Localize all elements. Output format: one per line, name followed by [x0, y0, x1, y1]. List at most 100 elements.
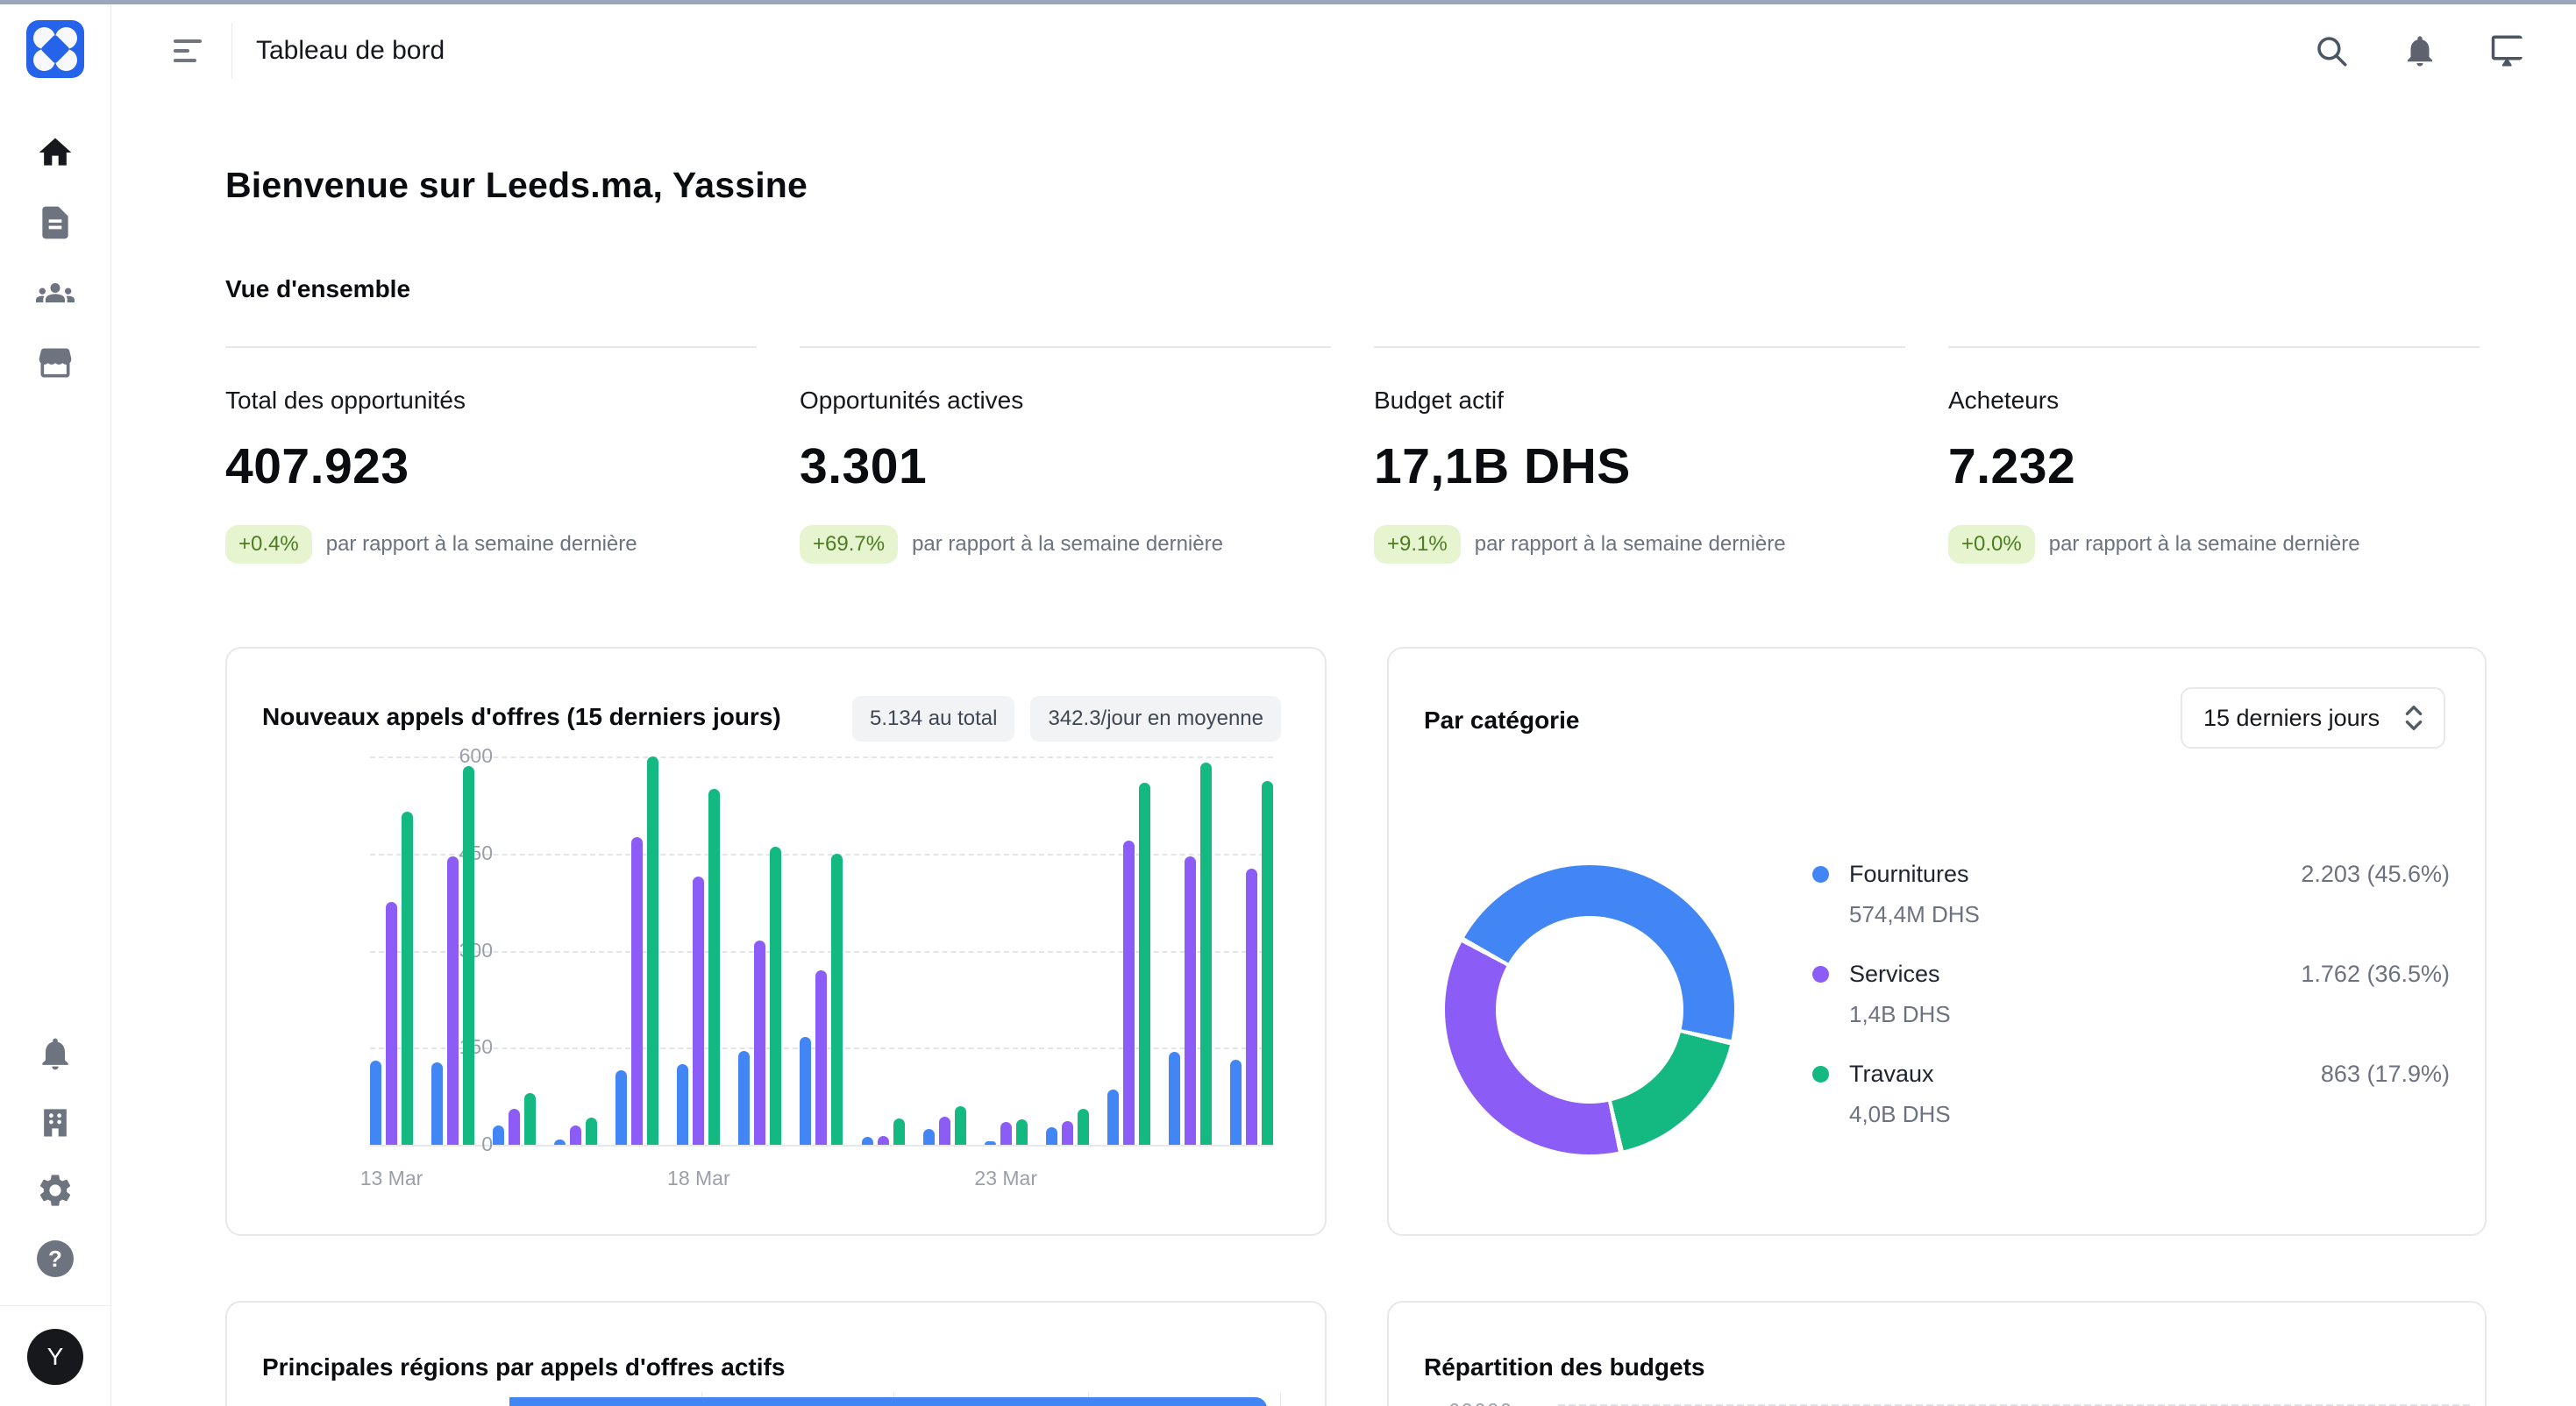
bell-icon	[2402, 32, 2438, 69]
sidebar-item-documents[interactable]	[35, 202, 75, 243]
dashboard-screen: ? Y Tableau de bord Bi	[0, 0, 2576, 1406]
bar-group-24-mar[interactable]	[1046, 756, 1089, 1145]
regions-top-bar	[509, 1397, 1267, 1406]
legend-amount: 574,4M DHS	[1812, 901, 2450, 928]
avatar-initial: Y	[47, 1343, 64, 1371]
display-mode-button[interactable]	[2489, 32, 2528, 70]
leeds-logo[interactable]	[26, 20, 84, 78]
stat-value: 407.923	[225, 437, 757, 495]
stat-active-budget: Budget actif 17,1B DHS +9.1% par rapport…	[1374, 346, 1905, 564]
bar-group-14-mar[interactable]	[431, 756, 474, 1145]
search-icon	[2313, 32, 2350, 69]
legend-item-travaux: Travaux 863 (17.9%) 4,0B DHS	[1812, 1061, 2450, 1128]
header-actions	[2312, 32, 2528, 70]
bar-vert	[647, 756, 658, 1145]
bar-vert	[831, 854, 843, 1145]
category-card-title: Par catégorie	[1424, 707, 1579, 735]
regions-card-title: Principales régions par appels d'offres …	[262, 1353, 785, 1381]
bar-bleu	[370, 1061, 381, 1145]
user-avatar[interactable]: Y	[27, 1329, 83, 1385]
bar-violet	[939, 1117, 950, 1145]
legend-dot-fournitures	[1812, 866, 1829, 883]
budgets-card-title: Répartition des budgets	[1424, 1353, 1704, 1381]
bell-icon	[36, 1034, 75, 1073]
sidebar-item-marketplace[interactable]	[35, 343, 75, 383]
gear-icon	[36, 1171, 75, 1210]
bar-bleu	[431, 1062, 443, 1146]
bar-group-13-mar[interactable]	[370, 756, 413, 1145]
legend-item-fournitures: Fournitures 2.203 (45.6%) 574,4M DHS	[1812, 861, 2450, 928]
period-select[interactable]: 15 derniers jours	[2181, 687, 2445, 749]
budget-distribution-card: Répartition des budgets 60000	[1387, 1301, 2487, 1406]
users-icon	[36, 273, 75, 312]
bar-vert	[586, 1118, 597, 1145]
bar-vert	[1262, 781, 1273, 1145]
sidebar-toggle-button[interactable]	[174, 33, 209, 68]
category-donut-chart	[1445, 865, 1734, 1154]
stat-value: 3.301	[800, 437, 1331, 495]
bar-vert	[1200, 763, 1212, 1145]
bar-violet	[570, 1126, 581, 1145]
sidebar-item-settings[interactable]	[35, 1170, 75, 1211]
bar-vert	[524, 1093, 536, 1145]
bar-bleu	[554, 1140, 566, 1145]
search-button[interactable]	[2312, 32, 2351, 70]
bar-violet	[693, 877, 704, 1145]
sidebar-item-home[interactable]	[35, 132, 75, 173]
legend-amount: 4,0B DHS	[1812, 1101, 2450, 1128]
gridline	[370, 1145, 1273, 1147]
sidebar-item-notifications[interactable]	[35, 1033, 75, 1074]
bar-group-19-mar[interactable]	[738, 756, 781, 1145]
bar-violet	[1000, 1122, 1012, 1145]
bar-violet	[1123, 841, 1135, 1145]
sidebar-divider	[0, 1305, 111, 1306]
top-bar: Tableau de bord	[111, 4, 2576, 97]
stat-buyers: Acheteurs 7.232 +0.0% par rapport à la s…	[1948, 346, 2480, 564]
bar-bleu	[616, 1070, 627, 1145]
bar-group-25-mar[interactable]	[1107, 756, 1150, 1145]
sidebar-item-help[interactable]: ?	[35, 1239, 75, 1279]
period-select-value: 15 derniers jours	[2203, 705, 2402, 732]
total-badge: 5.134 au total	[852, 696, 1014, 742]
bar-bleu	[738, 1051, 750, 1145]
bar-group-27-mar[interactable]	[1230, 756, 1273, 1145]
top-regions-card: Principales régions par appels d'offres …	[225, 1301, 1327, 1406]
average-badge: 342.3/jour en moyenne	[1030, 696, 1281, 742]
sidebar-item-organization[interactable]	[35, 1102, 75, 1142]
bar-vert	[1016, 1119, 1028, 1145]
bar-violet	[1185, 856, 1196, 1145]
bar-violet	[509, 1109, 520, 1145]
legend-dot-travaux	[1812, 1066, 1829, 1083]
bar-group-26-mar[interactable]	[1169, 756, 1212, 1145]
bar-violet	[754, 941, 765, 1145]
x-tick-label: 23 Mar	[974, 1167, 1037, 1190]
building-icon	[36, 1103, 75, 1141]
new-tenders-card: Nouveaux appels d'offres (15 derniers jo…	[225, 647, 1327, 1236]
bar-group-20-mar[interactable]	[800, 756, 843, 1145]
bar-group-23-mar[interactable]	[985, 756, 1028, 1145]
bar-bleu	[1169, 1052, 1180, 1145]
bar-vert	[402, 812, 413, 1145]
bar-bleu	[1107, 1090, 1119, 1145]
header-divider	[231, 23, 232, 79]
bar-group-16-mar[interactable]	[554, 756, 597, 1145]
notifications-button[interactable]	[2401, 32, 2439, 70]
bar-group-21-mar[interactable]	[862, 756, 905, 1145]
tenders-bar-chart: 6004503001500 13 Mar18 Mar23 Mar	[370, 756, 1273, 1145]
bar-vert	[463, 766, 474, 1145]
sidebar-nav-bottom: ?	[35, 1033, 75, 1279]
by-category-card: Par catégorie 15 derniers jours Fournitu…	[1387, 647, 2487, 1236]
bar-group-17-mar[interactable]	[616, 756, 658, 1145]
bar-group-22-mar[interactable]	[923, 756, 966, 1145]
help-icon: ?	[37, 1240, 74, 1277]
bar-vert	[893, 1118, 905, 1145]
bar-bleu	[985, 1141, 996, 1145]
storefront-icon	[36, 344, 75, 382]
bar-group-18-mar[interactable]	[677, 756, 720, 1145]
stat-value: 17,1B DHS	[1374, 437, 1905, 495]
bar-vert	[708, 789, 720, 1145]
stat-note: par rapport à la semaine dernière	[912, 532, 1223, 557]
bar-group-15-mar[interactable]	[493, 756, 536, 1145]
page-title: Tableau de bord	[256, 36, 445, 66]
sidebar-item-users[interactable]	[35, 273, 75, 313]
